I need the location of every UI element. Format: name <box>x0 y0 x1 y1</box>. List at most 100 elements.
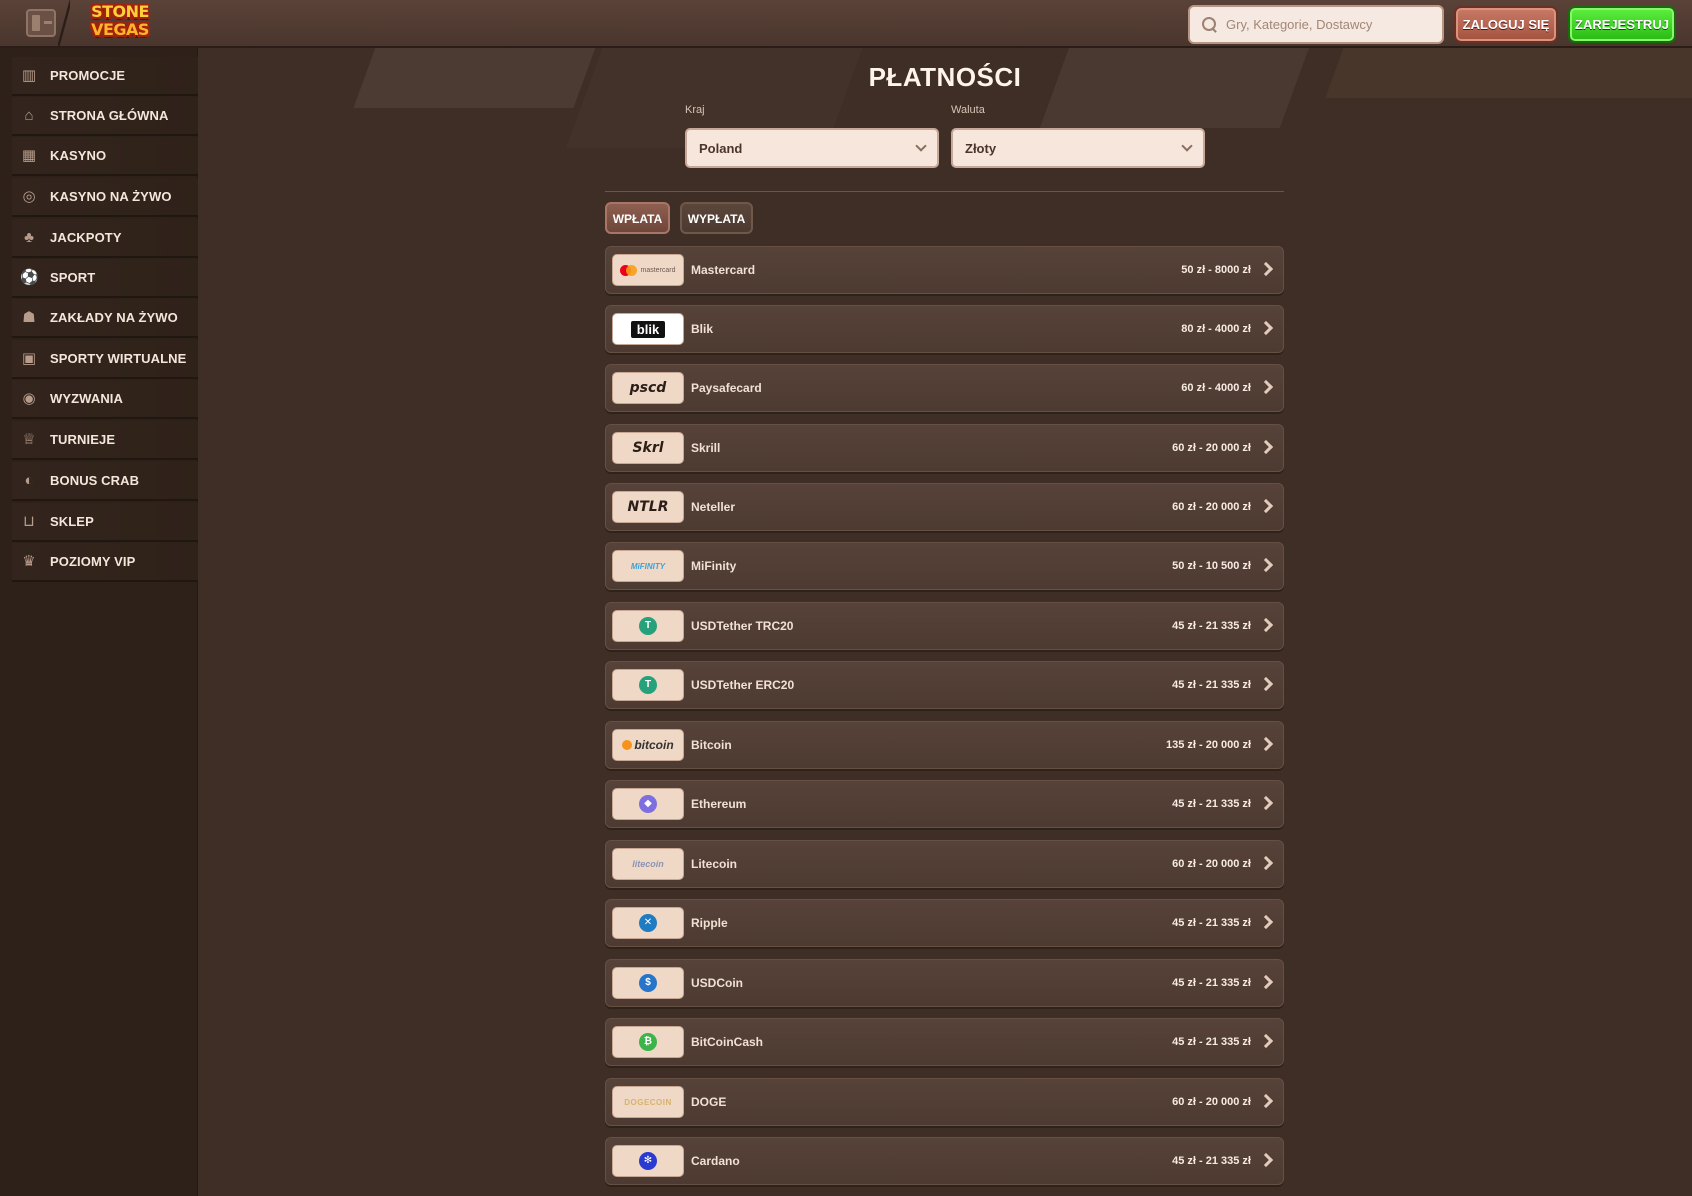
payment-range: 60 zł - 4000 zł <box>1181 382 1251 394</box>
usdcoin-logo-icon: $ <box>612 967 684 999</box>
country-select[interactable]: Poland <box>685 128 939 168</box>
login-button[interactable]: ZALOGUJ SIĘ <box>1454 6 1558 43</box>
payment-range: 60 zł - 20 000 zł <box>1172 442 1251 454</box>
main-content: PŁATNOŚCI Kraj Poland Waluta Złoty WPŁAT… <box>198 48 1692 1196</box>
blik-logo-icon: blik <box>612 313 684 345</box>
chevron-down-icon <box>1181 140 1193 152</box>
payment-row-mifinity[interactable]: MiFINITY MiFinity 50 zł - 10 500 zł <box>605 542 1284 590</box>
payment-range: 45 zł - 21 335 zł <box>1172 679 1251 691</box>
payment-name: DOGE <box>691 1095 727 1109</box>
payment-name: BitCoinCash <box>691 1035 763 1049</box>
section-divider <box>605 191 1284 192</box>
sidebar-item-sport[interactable]: ⚽ SPORT <box>12 259 198 298</box>
chevron-right-icon <box>1258 914 1274 930</box>
gift-icon: ▥ <box>21 66 37 84</box>
payment-row-mastercard[interactable]: mastercard Mastercard 50 zł - 8000 zł <box>605 246 1284 294</box>
sidebar-item-promotions[interactable]: ▥ PROMOCJE <box>12 57 198 96</box>
chevron-right-icon <box>1258 676 1274 692</box>
currency-select[interactable]: Złoty <box>951 128 1205 168</box>
payment-name: Mastercard <box>691 263 756 277</box>
payment-name: Blik <box>691 322 714 336</box>
payment-row-neteller[interactable]: NTLR Neteller 60 zł - 20 000 zł <box>605 483 1284 531</box>
payment-row-cardano[interactable]: ✻ Cardano 45 zł - 21 335 zł <box>605 1137 1284 1185</box>
sidebar-item-label: TURNIEJE <box>50 432 116 447</box>
tether-coin-icon: T <box>639 676 657 694</box>
sidebar-item-label: ZAKŁADY NA ŻYWO <box>50 310 178 325</box>
logo-text-bottom: VEGAS <box>91 20 149 39</box>
payment-range: 135 zł - 20 000 zł <box>1166 739 1251 751</box>
trophy-icon: ♕ <box>22 430 36 448</box>
stone-vegas-logo[interactable]: STONE VEGAS <box>80 4 160 44</box>
sidebar-item-live-bets[interactable]: ☗ ZAKŁADY NA ŻYWO <box>12 299 198 338</box>
payment-name: Neteller <box>691 500 736 514</box>
chevron-right-icon <box>1258 974 1274 990</box>
payment-row-paysafecard[interactable]: pscd Paysafecard 60 zł - 4000 zł <box>605 364 1284 412</box>
paysafecard-logo-icon: pscd <box>612 372 684 404</box>
payment-row-doge[interactable]: DOGECOIN DOGE 60 zł - 20 000 zł <box>605 1078 1284 1126</box>
chevron-right-icon <box>1258 379 1274 395</box>
payment-row-ethereum[interactable]: ◆ Ethereum 45 zł - 21 335 zł <box>605 780 1284 828</box>
sidebar-item-live-casino[interactable]: ◎ KASYNO NA ŻYWO <box>12 178 198 217</box>
register-button[interactable]: ZAREJESTRUJ <box>1568 6 1676 43</box>
sidebar-item-label: SPORT <box>50 270 96 285</box>
payment-range: 45 zł - 21 335 zł <box>1172 620 1251 632</box>
bitcoin-logo-icon: bitcoin <box>612 729 684 761</box>
payment-row-skrill[interactable]: Skrl Skrill 60 zł - 20 000 zł <box>605 424 1284 472</box>
payment-row-usdcoin[interactable]: $ USDCoin 45 zł - 21 335 zł <box>605 959 1284 1007</box>
sidebar-item-vip-levels[interactable]: ♛ POZIOMY VIP <box>12 543 198 582</box>
search-icon <box>1202 16 1218 33</box>
payment-row-blik[interactable]: blik Blik 80 zł - 4000 zł <box>605 305 1284 353</box>
payment-row-bitcoin[interactable]: bitcoin Bitcoin 135 zł - 20 000 zł <box>605 721 1284 769</box>
payment-name: Cardano <box>691 1154 740 1168</box>
sidebar-item-bonus-crab[interactable]: ◐ BONUS CRAB <box>12 462 198 501</box>
logo-text: mastercard <box>640 266 676 274</box>
chevron-right-icon <box>1258 736 1274 752</box>
payment-name: Paysafecard <box>691 381 762 395</box>
chevron-right-icon <box>1258 557 1274 573</box>
sidebar-item-virtual-sports[interactable]: ▣ SPORTY WIRTUALNE <box>12 340 198 379</box>
payment-range: 45 zł - 21 335 zł <box>1172 917 1251 929</box>
chevron-right-icon <box>1258 439 1274 455</box>
sidebar-item-jackpots[interactable]: ♣ JACKPOTY <box>12 219 198 258</box>
search-input[interactable] <box>1226 17 1426 32</box>
sidebar-toggle-icon[interactable] <box>26 9 56 37</box>
payment-name: USDTether TRC20 <box>691 619 794 633</box>
home-icon: ⌂ <box>24 106 34 124</box>
chevron-right-icon <box>1258 1093 1274 1109</box>
payment-name: MiFinity <box>691 559 737 573</box>
payment-name: Skrill <box>691 441 721 455</box>
tether-logo-icon: T <box>612 669 684 701</box>
page-title: PŁATNOŚCI <box>868 62 1022 92</box>
basket-icon: ⊔ <box>23 512 35 530</box>
search-box[interactable] <box>1188 5 1444 44</box>
payment-range: 50 zł - 10 500 zł <box>1172 560 1251 572</box>
ethereum-coin-icon: ◆ <box>639 795 657 813</box>
sidebar: ▥ PROMOCJE ⌂ STRONA GŁÓWNA ▦ KASYNO ◎ KA… <box>0 48 198 1196</box>
mifinity-logo-icon: MiFINITY <box>612 550 684 582</box>
live-bet-icon: ☗ <box>22 308 36 326</box>
ethereum-logo-icon: ◆ <box>612 788 684 820</box>
payment-range: 45 zł - 21 335 zł <box>1172 1155 1251 1167</box>
casino-icon: ▦ <box>21 146 37 164</box>
payment-range: 45 zł - 21 335 zł <box>1172 977 1251 989</box>
payment-name: USDTether ERC20 <box>691 678 795 692</box>
sidebar-item-challenges[interactable]: ◉ WYZWANIA <box>12 380 198 419</box>
payment-name: Litecoin <box>691 857 738 871</box>
sidebar-item-home[interactable]: ⌂ STRONA GŁÓWNA <box>12 97 198 136</box>
payment-row-usdt-trc20[interactable]: T USDTether TRC20 45 zł - 21 335 zł <box>605 602 1284 650</box>
payment-range: 80 zł - 4000 zł <box>1181 323 1251 335</box>
sidebar-item-shop[interactable]: ⊔ SKLEP <box>12 503 198 542</box>
sidebar-item-tournaments[interactable]: ♕ TURNIEJE <box>12 421 198 460</box>
tab-deposit[interactable]: WPŁATA <box>605 202 670 234</box>
sidebar-item-casino[interactable]: ▦ KASYNO <box>12 137 198 176</box>
tab-withdrawal[interactable]: WYPŁATA <box>680 202 753 234</box>
payment-row-bitcoincash[interactable]: ₿ BitCoinCash 45 zł - 21 335 zł <box>605 1018 1284 1066</box>
cardano-coin-icon: ✻ <box>639 1152 657 1170</box>
logo-text: litecoin <box>632 859 664 869</box>
country-value: Poland <box>699 140 743 156</box>
crab-icon: ◐ <box>24 471 34 489</box>
payment-row-usdt-erc20[interactable]: T USDTether ERC20 45 zł - 21 335 zł <box>605 661 1284 709</box>
payment-row-litecoin[interactable]: litecoin Litecoin 60 zł - 20 000 zł <box>605 840 1284 888</box>
payment-row-ripple[interactable]: ✕ Ripple 45 zł - 21 335 zł <box>605 899 1284 947</box>
live-casino-icon: ◎ <box>22 187 36 205</box>
